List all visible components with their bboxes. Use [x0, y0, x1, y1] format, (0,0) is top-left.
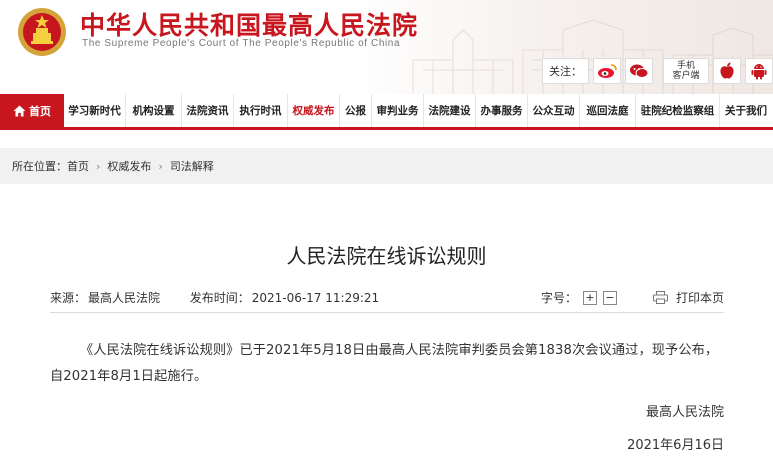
weibo-icon: [598, 64, 617, 78]
nav-item-trial[interactable]: 审判业务: [372, 94, 424, 127]
article-meta: 来源： 最高人民法院 发布时间： 2021-06-17 11:29:21 字号： +…: [50, 289, 724, 307]
breadcrumb-prefix: 所在位置：: [12, 160, 67, 173]
ios-app-button[interactable]: [713, 58, 741, 84]
site-header: 中华人民共和国最高人民法院 The Supreme People's Court…: [0, 0, 773, 94]
android-icon: [751, 64, 767, 80]
nav-item-circuit-courts[interactable]: 巡回法庭: [580, 94, 636, 127]
source-label: 来源：: [50, 291, 87, 305]
weibo-button[interactable]: [593, 58, 621, 84]
site-title: 中华人民共和国最高人民法院: [80, 11, 419, 40]
breadcrumb-judicial-interpretation[interactable]: 司法解释: [170, 158, 214, 174]
publish-time: 2021-06-17 11:29:21: [251, 291, 380, 305]
nav-item-gazette[interactable]: 公报: [340, 94, 372, 127]
mobile-client-line1: 手机: [676, 61, 695, 71]
site-subtitle: The Supreme People's Court of The People…: [82, 38, 401, 49]
font-increase-button[interactable]: +: [582, 290, 597, 305]
nav-item-about[interactable]: 关于我们: [720, 94, 772, 127]
signature-date: 2021年6月16日: [627, 438, 724, 453]
wechat-icon: [630, 64, 649, 78]
font-size-label: 字号：: [540, 291, 577, 305]
nav-home[interactable]: 首页: [0, 94, 64, 127]
source-value: 最高人民法院: [88, 291, 161, 305]
time-label: 发布时间：: [189, 291, 250, 305]
print-label: 打印本页: [675, 291, 724, 305]
nav-item-public-interaction[interactable]: 公众互动: [528, 94, 580, 127]
chevron-right-icon: ›: [96, 159, 101, 173]
follow-bar: 关注： 手机 客户端: [542, 57, 773, 85]
meta-divider: [50, 312, 724, 313]
follow-label: 关注：: [542, 58, 589, 84]
breadcrumb: 所在位置： 首页 › 权威发布 › 司法解释: [0, 148, 773, 184]
national-emblem-icon[interactable]: [16, 6, 68, 58]
font-decrease-button[interactable]: −: [602, 290, 617, 305]
breadcrumb-home[interactable]: 首页: [67, 158, 89, 174]
android-app-button[interactable]: [745, 58, 773, 84]
nav-item-court-building[interactable]: 法院建设: [424, 94, 476, 127]
nav-item-authoritative-release[interactable]: 权威发布: [288, 94, 340, 127]
nav-item-study[interactable]: 学习新时代: [64, 94, 126, 127]
print-button[interactable]: 打印本页: [652, 289, 724, 306]
nav-home-label: 首页: [29, 104, 51, 118]
article-title: 人民法院在线诉讼规则: [286, 244, 487, 268]
mobile-client-line2: 客户端: [672, 71, 700, 81]
article-body: 《人民法院在线诉讼规则》已于2021年5月18日由最高人民法院审判委员会第183…: [50, 343, 719, 384]
home-icon: [13, 105, 26, 116]
printer-icon: [652, 291, 668, 304]
mobile-client-button[interactable]: 手机 客户端: [663, 58, 709, 84]
chevron-right-icon: ›: [158, 159, 163, 173]
nav-item-organization[interactable]: 机构设置: [126, 94, 182, 127]
main-nav: 首页 学习新时代 机构设置 法院资讯 执行时讯 权威发布 公报 审判业务 法院建…: [0, 94, 773, 130]
nav-item-services[interactable]: 办事服务: [476, 94, 528, 127]
wechat-button[interactable]: [625, 58, 653, 84]
nav-item-discipline-group[interactable]: 驻院纪检监察组: [636, 94, 720, 127]
nav-item-court-news[interactable]: 法院资讯: [182, 94, 234, 127]
breadcrumb-authoritative-release[interactable]: 权威发布: [107, 158, 151, 174]
apple-icon: [720, 62, 734, 79]
nav-item-enforcement[interactable]: 执行时讯: [234, 94, 288, 127]
signature-org: 最高人民法院: [645, 405, 724, 420]
